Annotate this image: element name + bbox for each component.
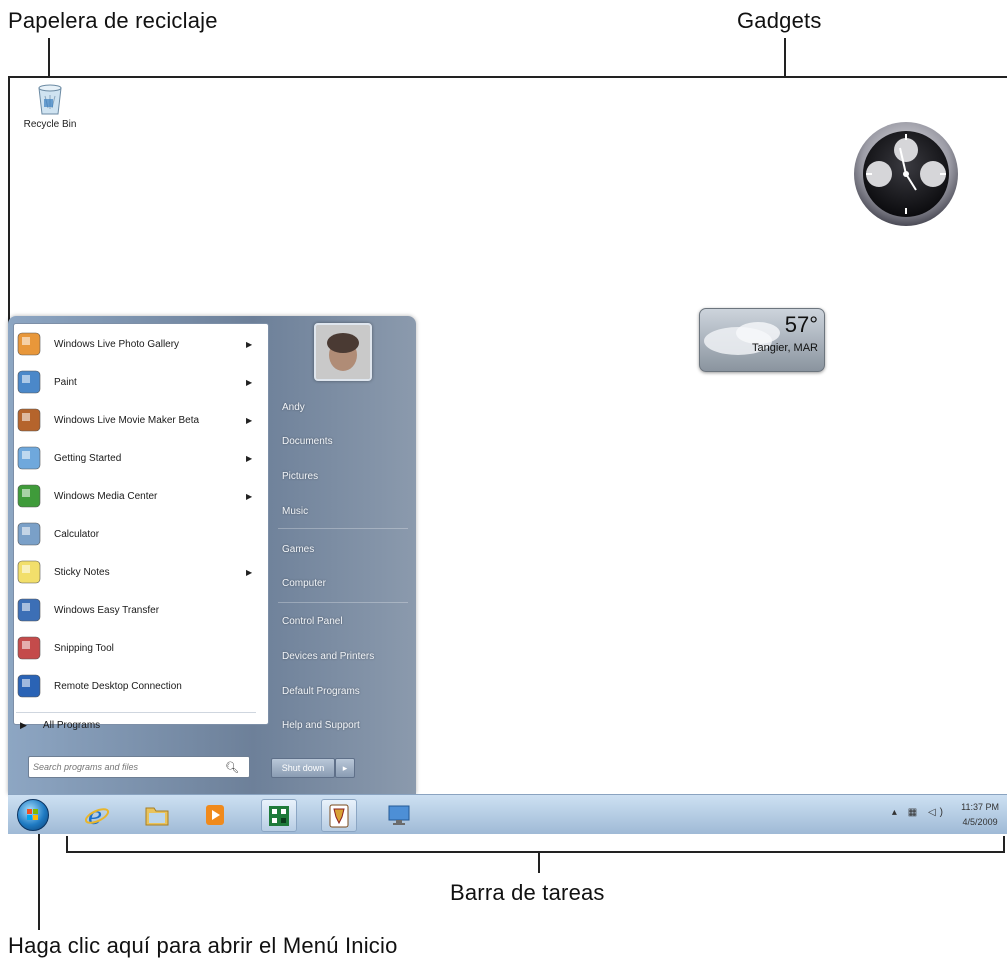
start-menu-link[interactable]: Default Programs — [282, 686, 360, 697]
weather-location: Tangier, MAR — [751, 342, 818, 354]
all-programs-label: All Programs — [42, 720, 101, 731]
calculator-icon — [14, 519, 44, 549]
start-menu: ▶ All Programs 🔍︎ Shut down ▸ Windows Li… — [8, 316, 416, 794]
start-menu-program-label: Windows Easy Transfer — [54, 604, 160, 616]
start-menu-link[interactable]: Games — [282, 544, 314, 555]
start-menu-program-label: Paint — [54, 376, 77, 388]
start-menu-program[interactable]: Remote Desktop Connection — [14, 669, 258, 703]
start-menu-callout: Haga clic aquí para abrir el Menú Inicio — [8, 933, 398, 958]
network-icon[interactable]: ▦ — [908, 807, 921, 818]
search-input[interactable] — [29, 761, 225, 773]
start-search-box[interactable]: 🔍︎ — [28, 756, 250, 778]
start-menu-program[interactable]: Paint ▶ — [14, 365, 258, 399]
start-menu-program-label: Calculator — [54, 528, 100, 540]
solitaire-icon — [329, 804, 349, 827]
user-avatar[interactable] — [314, 323, 372, 381]
taskbar-callout: Barra de tareas — [450, 880, 605, 905]
start-menu-program[interactable]: Windows Media Center ▶ — [14, 479, 258, 513]
start-menu-program[interactable]: Snipping Tool — [14, 631, 258, 665]
taskbar-item-solitaire[interactable] — [321, 799, 357, 832]
shutdown-options-button[interactable]: ▸ — [335, 758, 355, 778]
taskbar-item-game[interactable] — [261, 799, 297, 832]
taskbar-clock[interactable]: 11:37 PM 4/5/2009 — [961, 800, 999, 830]
taskbar-bracket-right — [1003, 836, 1005, 852]
start-menu-program[interactable]: Windows Live Movie Maker Beta ▶ — [14, 403, 258, 437]
taskbar-bracket-center — [538, 851, 540, 873]
weather-gadget[interactable]: 57° Tangier, MAR — [699, 308, 825, 372]
recycle-bin-callout: Papelera de reciclaje — [8, 8, 218, 33]
taskbar-bracket-bottom — [66, 851, 1005, 853]
start-leader-line — [38, 830, 40, 930]
recycle-bin-label: Recycle Bin — [23, 119, 77, 130]
submenu-arrow-icon[interactable]: ▶ — [246, 378, 258, 387]
start-menu-program-label: Windows Live Movie Maker Beta — [54, 414, 200, 426]
windows-logo-icon — [27, 809, 38, 820]
weather-temperature: 57° — [784, 312, 818, 337]
start-menu-program[interactable]: Calculator — [14, 517, 258, 551]
start-menu-link[interactable]: Devices and Printers — [282, 651, 374, 662]
start-menu-program[interactable]: Windows Easy Transfer — [14, 593, 258, 627]
show-hidden-icons-icon[interactable]: ▴ — [892, 807, 901, 818]
taskbar-item-remote-desktop[interactable] — [382, 799, 416, 830]
start-menu-link[interactable]: Control Panel — [282, 616, 343, 627]
taskbar-item-windows-explorer[interactable] — [140, 799, 174, 830]
paint-icon — [14, 367, 44, 397]
taskbar-item-internet-explorer[interactable]: e — [80, 799, 114, 830]
start-menu-link[interactable]: Documents — [282, 436, 333, 447]
start-menu-link[interactable]: Pictures — [282, 471, 318, 482]
start-menu-right-separator — [278, 528, 408, 529]
gadgets-callout: Gadgets — [737, 8, 822, 33]
media-player-icon — [206, 804, 224, 825]
start-menu-link[interactable]: Music — [282, 506, 308, 517]
sticky-notes-icon — [14, 557, 44, 587]
submenu-arrow-icon[interactable]: ▶ — [246, 454, 258, 463]
start-menu-program-label: Windows Live Photo Gallery — [54, 338, 180, 350]
movie-maker-icon — [14, 405, 44, 435]
taskbar-bracket-left — [66, 836, 68, 852]
recycle-bin-icon — [36, 82, 64, 116]
start-menu-link[interactable]: Andy — [282, 402, 305, 413]
volume-icon[interactable]: ◁) — [928, 807, 947, 818]
start-menu-link[interactable]: Help and Support — [282, 720, 360, 731]
taskbar: e ▴ ▦ ◁) 11:37 PM 4/5/2009 — [8, 794, 1007, 834]
game-icon — [269, 805, 289, 826]
submenu-arrow-icon[interactable]: ▶ — [246, 340, 258, 349]
start-menu-link[interactable]: Computer — [282, 578, 326, 589]
photo-gallery-icon — [14, 329, 44, 359]
search-icon[interactable]: 🔍︎ — [225, 761, 239, 774]
internet-explorer-icon: e — [84, 802, 110, 828]
start-menu-program-label: Windows Media Center — [54, 490, 158, 502]
start-menu-program-label: Remote Desktop Connection — [54, 680, 182, 692]
chevron-right-icon: ▸ — [342, 762, 348, 773]
submenu-arrow-icon[interactable]: ▶ — [246, 492, 258, 501]
start-menu-program[interactable]: Getting Started ▶ — [14, 441, 258, 475]
easy-transfer-icon — [14, 595, 44, 625]
start-menu-program-label: Sticky Notes — [54, 566, 110, 578]
shutdown-button[interactable]: Shut down — [271, 758, 335, 778]
clock-gadget[interactable] — [842, 120, 970, 228]
start-menu-program[interactable]: Windows Live Photo Gallery ▶ — [14, 327, 258, 361]
start-menu-right-separator — [278, 602, 408, 603]
submenu-arrow-icon[interactable]: ▶ — [246, 416, 258, 425]
start-menu-program[interactable]: Sticky Notes ▶ — [14, 555, 258, 589]
start-menu-separator — [16, 712, 256, 713]
windows-explorer-icon — [145, 807, 169, 825]
start-menu-program-label: Getting Started — [54, 452, 122, 464]
remote-desktop-icon — [14, 671, 44, 701]
remote-desktop-icon — [388, 805, 410, 825]
start-button[interactable] — [17, 799, 49, 831]
submenu-arrow-icon[interactable]: ▶ — [246, 568, 258, 577]
taskbar-item-media-player[interactable] — [198, 799, 232, 830]
notification-area[interactable]: ▴ ▦ ◁) — [892, 807, 947, 818]
all-programs-item[interactable]: ▶ All Programs — [20, 720, 100, 731]
recycle-bin[interactable]: Recycle Bin — [20, 82, 80, 130]
triangle-right-icon: ▶ — [20, 720, 27, 730]
media-center-icon — [14, 481, 44, 511]
snipping-tool-icon — [14, 633, 44, 663]
start-menu-program-label: Snipping Tool — [54, 642, 114, 654]
taskbar-date: 4/5/2009 — [962, 817, 998, 827]
taskbar-time: 11:37 PM — [961, 802, 999, 812]
getting-started-icon — [14, 443, 44, 473]
